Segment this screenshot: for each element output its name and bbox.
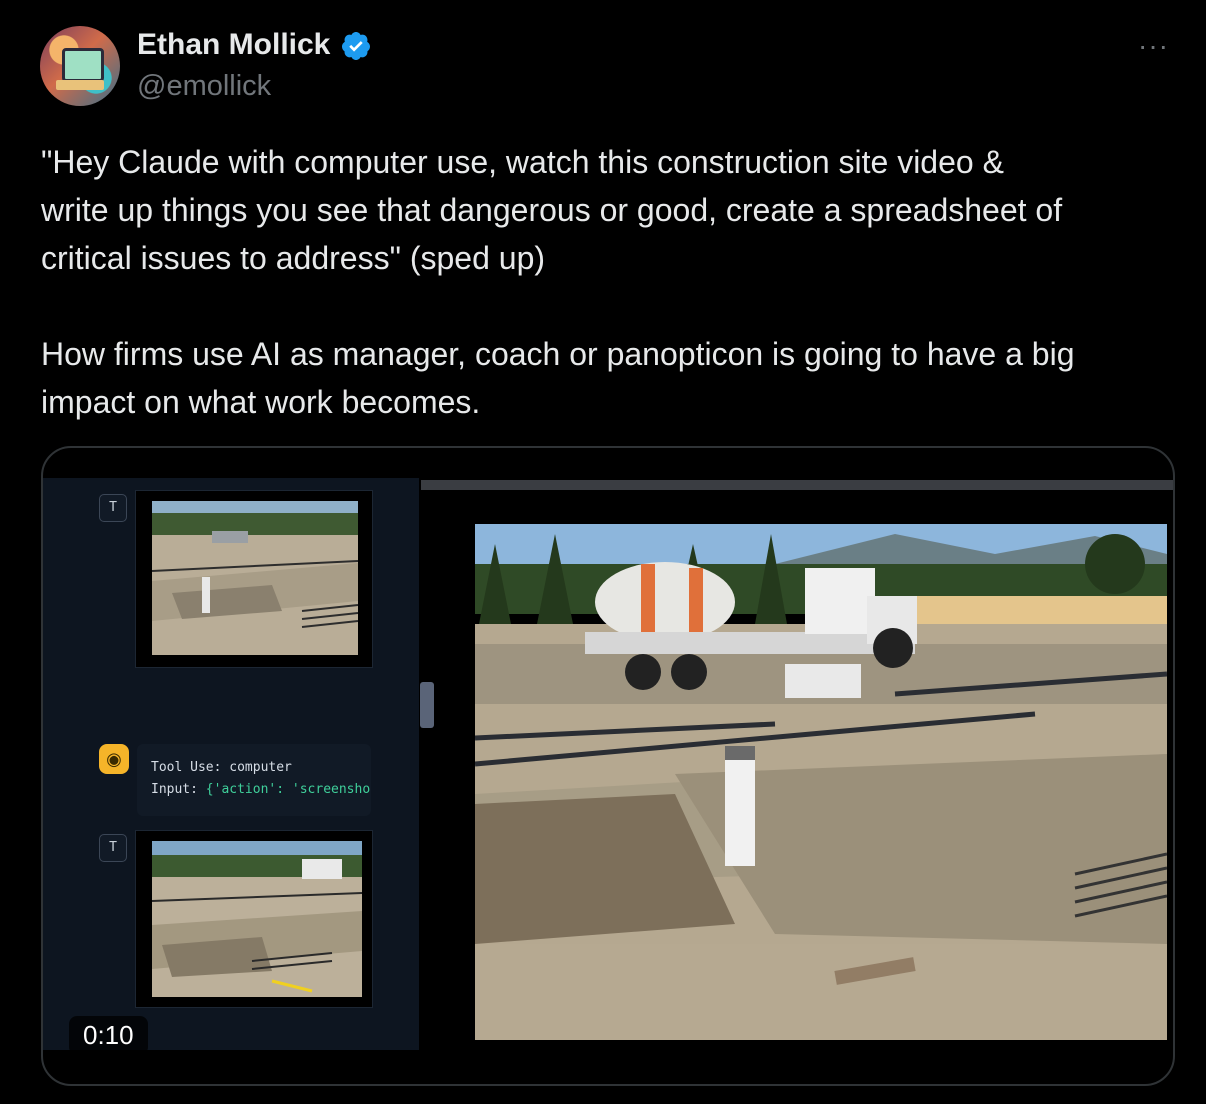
chat-panel: T ◉ Tool Use: computer Input: {'action':… [43,478,419,1050]
tweet-paragraph-1: "Hey Claude with computer use, watch thi… [41,144,1063,276]
panel-resize-handle[interactable] [420,682,434,728]
construction-thumbnail-image-2 [152,841,362,997]
assistant-bot-icon: ◉ [99,744,129,774]
tool-use-block: Tool Use: computer Input: {'action': 'sc… [137,744,371,816]
video-player[interactable]: T ◉ Tool Use: computer Input: {'action':… [41,446,1175,1086]
verified-badge-icon [341,32,370,60]
video-duration-badge: 0:10 [69,1016,148,1055]
text-badge-top: T [99,494,127,522]
construction-site-scene [475,524,1167,1040]
screenshot-thumbnail-2 [135,830,373,1008]
construction-video-frame[interactable] [475,524,1167,1040]
tweet-text: "Hey Claude with computer use, watch thi… [41,138,1181,426]
more-options-icon[interactable]: ··· [1138,30,1169,62]
tool-input-line: Input: {'action': 'screensho [151,782,370,797]
author-name[interactable]: Ethan Mollick [137,28,330,62]
construction-thumbnail-image-1 [152,501,358,655]
tool-input-value: {'action': 'screensho [205,782,371,797]
author-handle[interactable]: @emollick [137,70,271,103]
video-top-bar [421,480,1173,490]
avatar[interactable] [40,26,120,106]
tweet-paragraph-2: How firms use AI as manager, coach or pa… [41,336,1075,420]
tool-input-label: Input: [151,782,206,797]
tool-use-label: Tool Use: computer [151,760,292,775]
screenshot-thumbnail-1 [135,490,373,668]
text-badge-bottom: T [99,834,127,862]
